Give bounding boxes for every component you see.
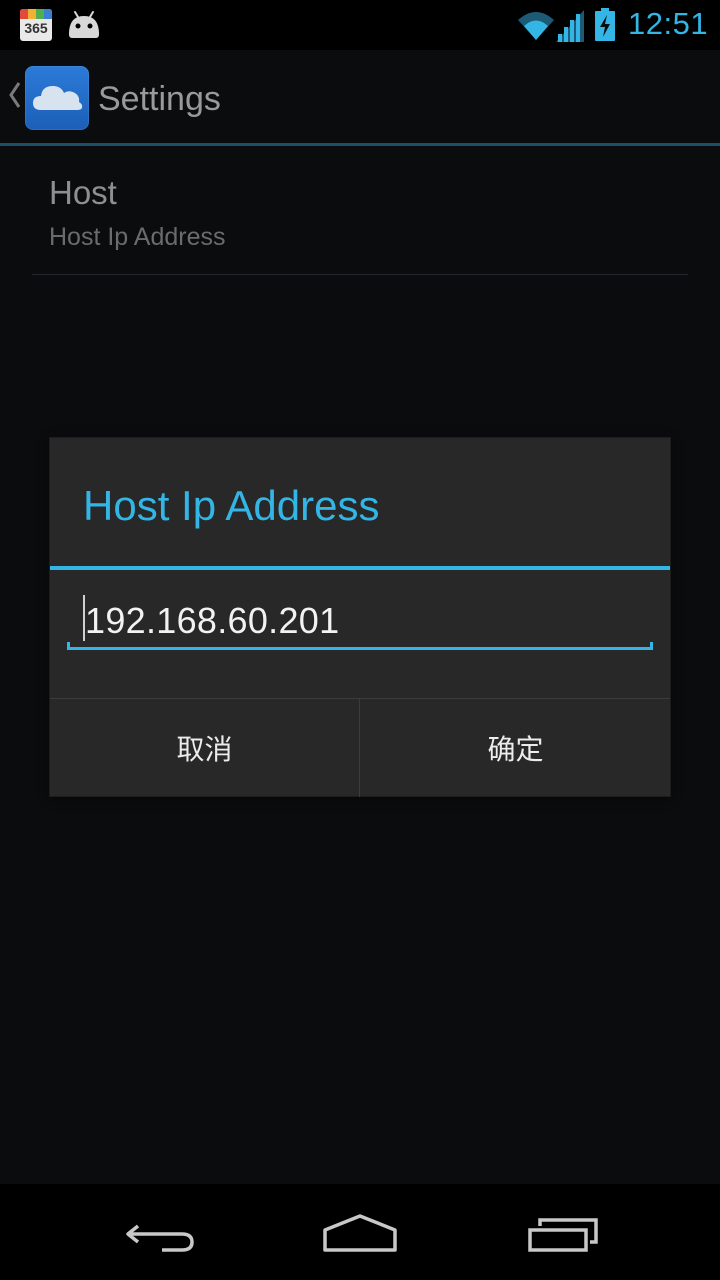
button-divider: [359, 699, 360, 797]
home-icon: [323, 1214, 397, 1252]
preference-divider: [32, 274, 688, 275]
back-button[interactable]: [100, 1184, 220, 1280]
cloud-icon: [33, 86, 83, 110]
up-caret-icon[interactable]: [8, 80, 22, 110]
input-underline: [67, 647, 653, 650]
recents-icon: [528, 1218, 598, 1252]
status-bar: 365 12:51: [0, 0, 720, 50]
input-underline-right-tick: [650, 642, 653, 650]
action-bar[interactable]: Settings: [0, 50, 720, 144]
navigation-bar: [0, 1184, 720, 1280]
home-button[interactable]: [300, 1184, 420, 1280]
dialog-title: Host Ip Address: [83, 482, 380, 529]
preference-summary: Host Ip Address: [49, 223, 226, 251]
cloud-app-icon[interactable]: [25, 66, 89, 130]
recents-button[interactable]: [502, 1184, 622, 1280]
input-underline-left-tick: [67, 642, 70, 650]
battery-charging-icon: [595, 8, 615, 41]
signal-icon: [556, 10, 584, 42]
host-ip-input-value[interactable]: 192.168.60.201: [85, 600, 339, 642]
calendar-icon-text: 365: [24, 20, 48, 36]
status-clock: 12:51: [628, 6, 709, 41]
action-bar-title: Settings: [98, 80, 221, 118]
wifi-icon: [518, 12, 554, 40]
edit-text-dialog: Host Ip Address 192.168.60.201 取消 确定: [50, 438, 670, 797]
dialog-title-divider: [50, 566, 670, 570]
android-icon: [69, 11, 99, 38]
calendar-icon-header: [20, 9, 52, 19]
preference-item-host[interactable]: Host Host Ip Address: [32, 146, 688, 274]
ok-button[interactable]: 确定: [361, 699, 670, 797]
calendar-icon: 365: [20, 9, 52, 41]
dialog-button-bar: 取消 确定: [50, 698, 670, 797]
preference-title: Host: [49, 174, 117, 211]
cancel-button[interactable]: 取消: [50, 699, 359, 797]
back-icon: [126, 1224, 194, 1252]
host-ip-input[interactable]: 192.168.60.201: [67, 586, 653, 652]
screen: 365 12:51 Settings Host Host Ip Address …: [0, 0, 720, 1280]
